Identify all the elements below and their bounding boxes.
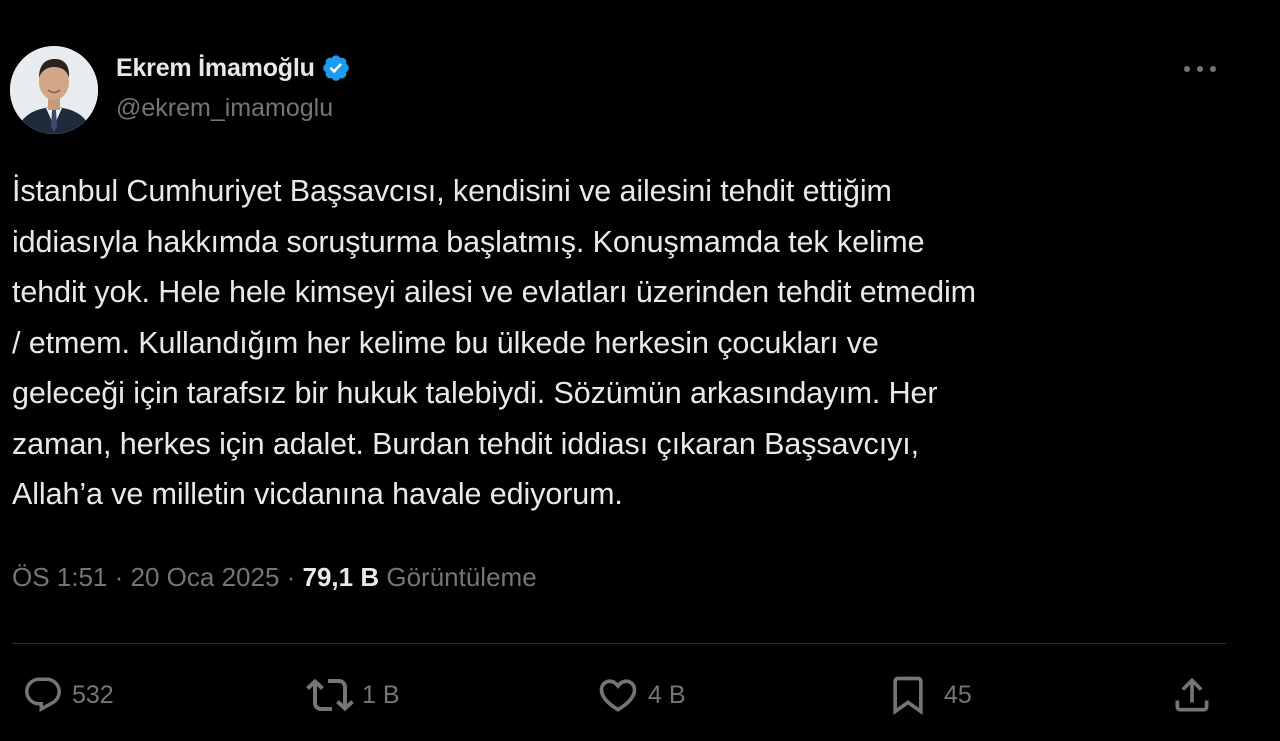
meta-separator: · <box>107 562 131 592</box>
bookmark-icon <box>886 673 930 717</box>
like-icon <box>596 673 640 717</box>
divider <box>12 643 1226 644</box>
views-label[interactable]: Görüntüleme <box>386 562 536 593</box>
share-button[interactable] <box>1170 670 1214 720</box>
reply-count: 532 <box>72 680 114 709</box>
tweet-text: İstanbul Cumhuriyet Başsavcısı, kendisin… <box>12 174 976 511</box>
retweet-button[interactable]: 1 B <box>306 670 400 720</box>
more-options-icon[interactable] <box>1180 54 1220 84</box>
tweet-date[interactable]: 20 Oca 2025 <box>131 562 280 593</box>
retweet-count: 1 B <box>362 680 400 709</box>
author-name-row: Ekrem İmamoğlu <box>116 50 351 86</box>
action-bar: 532 1 B 4 B 45 <box>0 670 1280 720</box>
avatar[interactable] <box>10 46 98 134</box>
like-button[interactable]: 4 B <box>596 670 686 720</box>
share-icon <box>1170 673 1214 717</box>
bookmark-count: 45 <box>944 680 972 709</box>
bookmark-button[interactable]: 45 <box>886 670 972 720</box>
like-count: 4 B <box>648 680 686 709</box>
author-handle[interactable]: @ekrem_imamoglu <box>116 94 333 123</box>
tweet: Ekrem İmamoğlu @ekrem_imamoglu İstanbul … <box>0 0 1280 741</box>
views-spacer <box>379 562 386 593</box>
author-display-name[interactable]: Ekrem İmamoğlu <box>116 54 315 83</box>
reply-button[interactable]: 532 <box>22 670 114 720</box>
meta-separator: · <box>279 562 303 592</box>
verified-badge-icon <box>321 53 351 83</box>
tweet-meta: ÖS 1:51 · 20 Oca 2025 · 79,1 B Görüntüle… <box>12 562 537 593</box>
retweet-icon <box>306 671 354 719</box>
tweet-time[interactable]: ÖS 1:51 <box>12 562 107 593</box>
views-count[interactable]: 79,1 B <box>303 562 380 593</box>
reply-icon <box>22 674 64 716</box>
